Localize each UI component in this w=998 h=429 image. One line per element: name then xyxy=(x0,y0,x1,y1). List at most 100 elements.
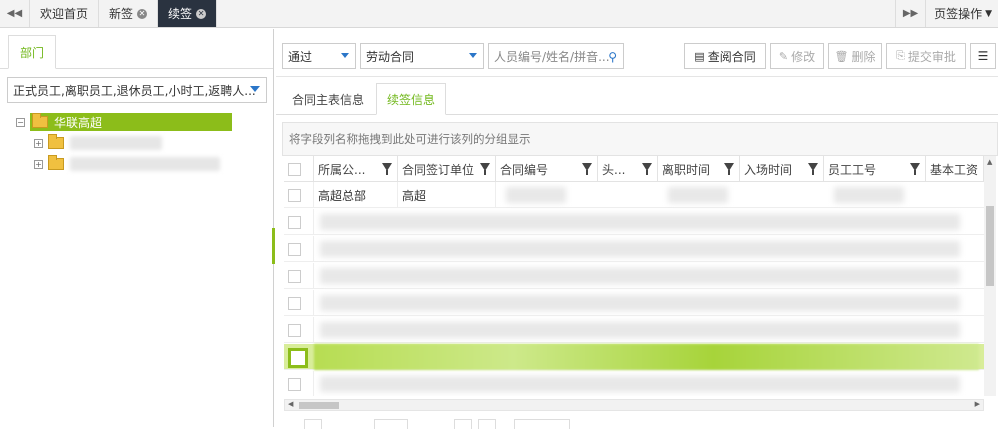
tree-node-child[interactable]: + xyxy=(16,133,266,153)
expand-icon[interactable]: + xyxy=(34,159,43,169)
tree-node-root-label-wrap[interactable]: 华联高超 xyxy=(30,113,232,131)
delete-button[interactable]: 🗑 删除 xyxy=(828,43,882,69)
tab-welcome[interactable]: 欢迎首页 xyxy=(30,0,100,27)
page-ops-menu[interactable]: 页签操作 ▼ xyxy=(925,0,998,27)
tab-renew-info[interactable]: 续签信息 xyxy=(376,83,446,115)
page-number-input[interactable] xyxy=(374,419,408,429)
row-checkbox[interactable] xyxy=(288,323,301,337)
column-header[interactable]: 合同编号 xyxy=(496,156,598,182)
expand-icon[interactable]: + xyxy=(34,138,43,148)
row-checkbox[interactable] xyxy=(288,188,301,202)
folder-icon xyxy=(48,134,64,149)
horizontal-scrollbar[interactable]: ◀ ▶ xyxy=(284,399,984,411)
pager xyxy=(284,417,984,429)
group-hint-text: 将字段列名称拖拽到此处可进行该列的分组显示 xyxy=(289,132,531,146)
department-tree: − 华联高超 + + xyxy=(16,112,266,175)
select-all-cell xyxy=(284,156,314,182)
redacted-cell xyxy=(506,187,566,203)
close-icon[interactable]: ✕ xyxy=(196,8,207,19)
filter-icon[interactable] xyxy=(910,163,920,175)
group-by-drop-zone[interactable]: 将字段列名称拖拽到此处可进行该列的分组显示 xyxy=(282,122,998,156)
select-all-checkbox[interactable] xyxy=(288,162,301,176)
pager-last-button[interactable] xyxy=(478,419,496,429)
vertical-scrollbar[interactable]: ▲ xyxy=(984,156,996,396)
column-label: 合同编号 xyxy=(500,162,549,177)
view-contract-label: 查阅合同 xyxy=(707,49,756,64)
tab-contract-main[interactable]: 合同主表信息 xyxy=(284,83,372,115)
grid-header: 所属公... 合同签订单位 合同编号 头... 离职时间 入场时间 员工工号 基… xyxy=(284,156,984,182)
scroll-left-icon[interactable]: ◀ xyxy=(288,400,293,408)
page-size-select[interactable] xyxy=(514,419,570,429)
employee-type-select[interactable]: 正式员工,离职员工,退休员工,小时工,返聘人... xyxy=(7,77,267,103)
collapse-icon[interactable]: − xyxy=(16,117,25,127)
filter-icon[interactable] xyxy=(480,163,490,175)
pager-first-button[interactable] xyxy=(304,419,322,429)
tab-bar-spacer xyxy=(217,0,895,27)
row-select-cell xyxy=(284,290,314,316)
close-icon[interactable]: ✕ xyxy=(137,8,148,19)
edit-button[interactable]: ✎ 修改 xyxy=(770,43,824,69)
filter-icon[interactable] xyxy=(808,163,818,175)
row-checkbox[interactable] xyxy=(288,348,308,368)
tab-department[interactable]: 部门 xyxy=(8,35,56,69)
submit-approval-button[interactable]: ⎘ 提交审批 xyxy=(886,43,966,69)
table-row-selected[interactable] xyxy=(284,344,984,370)
row-select-cell xyxy=(284,263,314,289)
tab-new-sign[interactable]: 新签 ✕ xyxy=(99,0,159,27)
scroll-thumb[interactable] xyxy=(986,206,994,286)
redacted-text xyxy=(70,157,220,171)
table-row[interactable]: 高超总部 高超 xyxy=(284,182,984,208)
tab-label: 续签 xyxy=(168,7,193,21)
filter-icon[interactable] xyxy=(642,163,652,175)
column-header[interactable]: 合同签订单位 xyxy=(398,156,496,182)
column-header[interactable]: 头... xyxy=(598,156,658,182)
column-label: 入场时间 xyxy=(744,162,793,177)
filter-icon[interactable] xyxy=(724,163,734,175)
table-row[interactable] xyxy=(284,317,984,343)
document-icon: ▤ xyxy=(694,49,705,63)
row-checkbox[interactable] xyxy=(288,296,301,310)
scroll-tabs-left-icon[interactable]: ◀◀ xyxy=(0,0,30,27)
edit-label: 修改 xyxy=(791,49,816,64)
pager-next-button[interactable] xyxy=(454,419,472,429)
submit-icon: ⎘ xyxy=(896,49,905,62)
filter-icon[interactable] xyxy=(382,163,392,175)
table-row[interactable] xyxy=(284,371,984,396)
share-icon[interactable]: ⚲ xyxy=(608,50,617,64)
table-row[interactable] xyxy=(284,236,984,262)
table-row[interactable] xyxy=(284,290,984,316)
sub-tabs: 合同主表信息 续签信息 xyxy=(276,77,998,115)
chevron-down-icon xyxy=(469,53,477,58)
row-checkbox[interactable] xyxy=(288,269,301,283)
filter-icon[interactable] xyxy=(582,163,592,175)
chevron-down-icon xyxy=(341,53,349,58)
column-header[interactable]: 离职时间 xyxy=(658,156,740,182)
column-header[interactable]: 所属公... xyxy=(314,156,398,182)
scroll-right-icon[interactable]: ▶ xyxy=(975,400,980,408)
left-panel: 部门 正式员工,离职员工,退休员工,小时工,返聘人... − 华联高超 + + xyxy=(0,29,274,427)
row-checkbox[interactable] xyxy=(288,242,301,256)
scroll-thumb[interactable] xyxy=(299,402,339,409)
more-menu-button[interactable]: ☰ xyxy=(970,43,996,69)
scroll-tabs-right-icon[interactable]: ▶▶ xyxy=(895,0,925,27)
table-row[interactable] xyxy=(284,263,984,289)
contract-type-value: 劳动合同 xyxy=(366,49,415,64)
column-header[interactable]: 入场时间 xyxy=(740,156,824,182)
splitter-handle[interactable] xyxy=(272,228,275,264)
search-input[interactable]: 人员编号/姓名/拼音... ⚲ xyxy=(488,43,624,69)
column-header[interactable]: 员工工号 xyxy=(824,156,926,182)
column-header[interactable]: 基本工资 xyxy=(926,156,984,182)
scroll-up-icon[interactable]: ▲ xyxy=(987,158,992,166)
table-row[interactable] xyxy=(284,209,984,235)
view-contract-button[interactable]: ▤ 查阅合同 xyxy=(684,43,766,69)
data-grid: 所属公... 合同签订单位 合同编号 头... 离职时间 入场时间 员工工号 基… xyxy=(284,156,984,396)
tree-node-child[interactable]: + xyxy=(16,154,266,174)
contract-type-select[interactable]: 劳动合同 xyxy=(360,43,484,69)
tree-node-root[interactable]: − 华联高超 xyxy=(16,112,266,132)
row-checkbox[interactable] xyxy=(288,215,301,229)
row-checkbox[interactable] xyxy=(288,377,301,391)
tab-renew[interactable]: 续签 ✕ xyxy=(158,0,218,27)
row-select-cell xyxy=(284,236,314,262)
status-select[interactable]: 通过 xyxy=(282,43,356,69)
tab-label: 欢迎首页 xyxy=(40,7,89,21)
